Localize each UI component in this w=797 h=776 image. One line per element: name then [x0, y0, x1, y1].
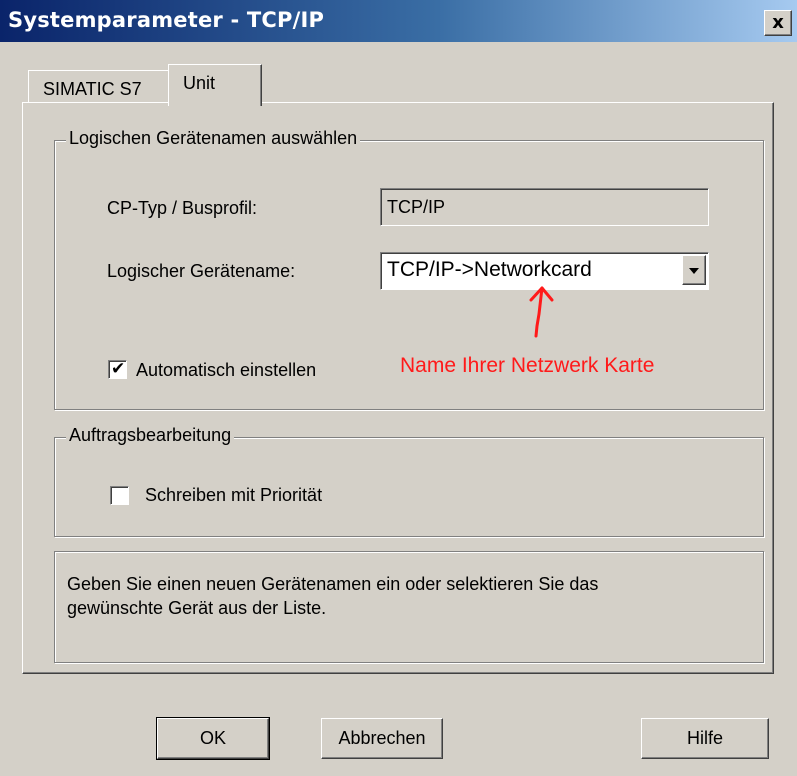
priority-label: Schreiben mit Priorität — [145, 485, 323, 505]
logical-device-value: TCP/IP->Networkcard — [387, 258, 592, 281]
close-button[interactable]: x — [764, 10, 792, 36]
annotation-arrow-icon — [529, 286, 554, 338]
help-button[interactable]: Hilfe — [641, 718, 769, 759]
title-bar: Systemparameter - TCP/IP x — [0, 0, 797, 42]
info-text-line1: Geben Sie einen neuen Gerätenamen ein od… — [67, 574, 599, 594]
auto-config-label: Automatisch einstellen — [136, 360, 317, 380]
tab-simatic-s7[interactable]: SIMATIC S7 — [28, 70, 174, 103]
annotation-text: Name Ihrer Netzwerk Karte — [400, 354, 655, 377]
cp-type-label: CP-Typ / Busprofil: — [107, 198, 258, 218]
ok-button[interactable]: OK — [156, 717, 270, 760]
info-text-line2: gewünschte Gerät aus der Liste. — [67, 598, 327, 618]
group-job-processing-legend: Auftragsbearbeitung — [66, 425, 235, 446]
window-title: Systemparameter - TCP/IP — [8, 8, 325, 32]
tab-unit[interactable]: Unit — [168, 64, 262, 106]
close-icon: x — [772, 12, 784, 33]
checkmark-icon: ✔ — [111, 359, 126, 379]
priority-checkbox[interactable] — [110, 486, 129, 505]
cancel-button[interactable]: Abbrechen — [321, 718, 443, 759]
logical-device-label: Logischer Gerätename: — [107, 261, 296, 281]
cp-type-field: TCP/IP — [380, 188, 709, 226]
group-logical-device-legend: Logischen Gerätenamen auswählen — [66, 128, 361, 149]
auto-config-checkbox[interactable]: ✔ — [108, 359, 127, 379]
chevron-down-icon[interactable] — [682, 255, 706, 285]
